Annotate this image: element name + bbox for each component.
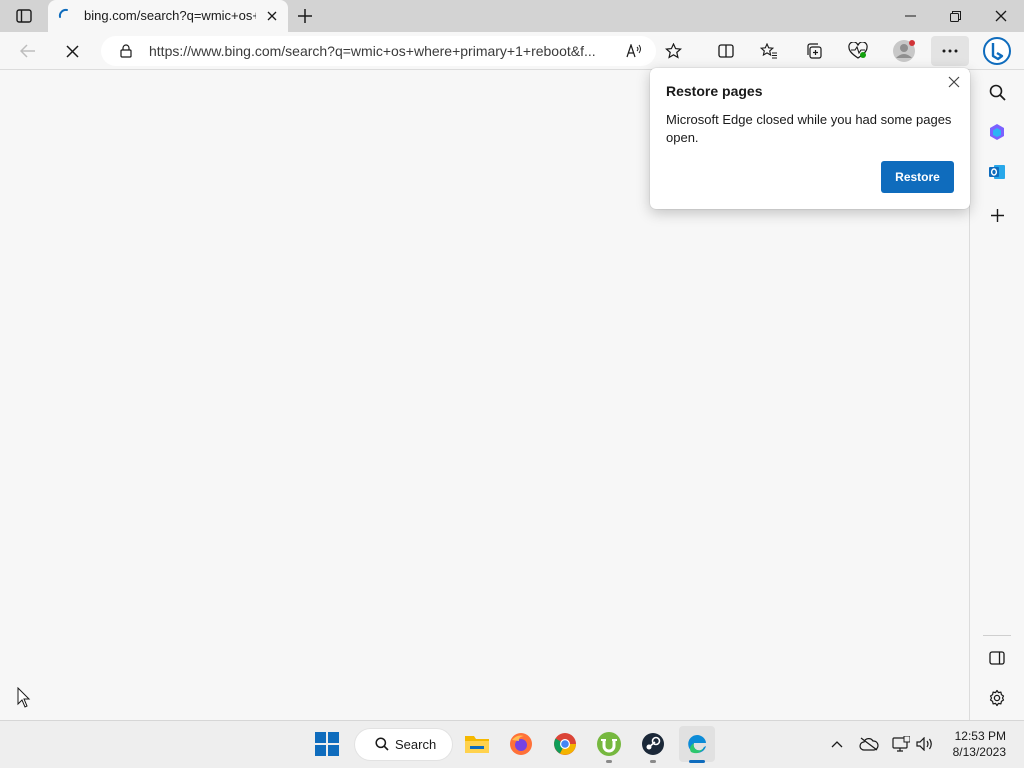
settings-and-more-icon[interactable] [931,36,969,66]
volume-icon[interactable] [914,734,936,754]
bing-copilot-icon[interactable] [980,35,1014,67]
sidebar-settings-gear-icon[interactable] [985,687,1009,709]
mouse-cursor-icon [17,686,33,709]
network-icon[interactable] [890,734,912,754]
sidebar-divider [983,635,1011,636]
steam-icon[interactable] [635,726,671,762]
edge-icon[interactable] [679,726,715,762]
file-explorer-icon[interactable] [459,726,495,762]
read-aloud-icon[interactable] [623,41,645,61]
taskbar-search-icon [374,736,390,752]
onedrive-offline-icon[interactable] [858,734,880,754]
split-screen-icon[interactable] [715,41,737,61]
steam-running-indicator [650,760,656,763]
loading-spinner-icon [57,7,73,23]
profile-avatar-icon[interactable] [891,39,917,63]
close-dialog-icon[interactable] [944,72,964,92]
close-tab-icon[interactable] [263,7,281,25]
chrome-icon[interactable] [547,726,583,762]
minimize-icon[interactable] [896,6,924,26]
back-arrow-icon[interactable] [17,41,39,61]
close-window-icon[interactable] [987,6,1015,26]
favorites-icon[interactable] [758,41,780,61]
show-hidden-icons-chevron-icon[interactable] [827,734,847,754]
utorrent-icon[interactable] [591,726,627,762]
clock-time[interactable]: 12:53 PM [940,729,1006,743]
firefox-icon[interactable] [503,726,539,762]
outlook-icon[interactable] [985,161,1009,183]
url-text: https://www.bing.com/search?q=wmic+os+wh… [149,43,596,59]
new-tab-icon[interactable] [294,5,316,27]
search-icon[interactable] [985,81,1009,103]
hide-sidebar-icon[interactable] [985,647,1009,669]
edge-active-indicator [689,760,705,763]
dialog-message: Microsoft Edge closed while you had some… [666,112,952,145]
browser-essentials-icon[interactable] [847,41,869,61]
clock-date[interactable]: 8/13/2023 [940,745,1006,759]
tab-title: bing.com/search?q=wmic+os+where+primary+… [84,8,256,23]
collections-icon[interactable] [803,41,825,61]
tab-actions-icon[interactable] [12,6,36,26]
restore-window-icon[interactable] [941,6,969,26]
add-sidebar-item-icon[interactable] [985,204,1009,226]
taskbar-search-label: Search [395,737,437,752]
favorite-star-icon[interactable] [662,41,684,61]
utorrent-running-indicator [606,760,612,763]
dialog-title: Restore pages [666,83,763,99]
start-windows-icon[interactable] [309,726,345,762]
stop-loading-icon[interactable] [61,41,83,61]
restore-button[interactable]: Restore [881,161,954,193]
copilot-sidebar-icon[interactable] [985,121,1009,143]
lock-icon[interactable] [117,42,135,60]
